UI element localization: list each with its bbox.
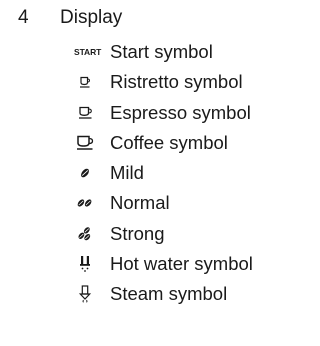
legend-item-strong: Strong — [0, 220, 276, 250]
coffee-cup-icon — [76, 133, 94, 153]
legend-item-start: START Start symbol — [0, 38, 276, 68]
legend-item-hot-water: Hot water symbol — [0, 250, 276, 280]
legend-label: Ristretto symbol — [110, 71, 243, 93]
legend-item-normal: Normal — [0, 189, 276, 219]
coffee-bean-one-icon — [76, 163, 94, 183]
coffee-bean-two-icon — [76, 193, 94, 213]
legend-label: Start symbol — [110, 41, 213, 62]
start-text-icon: START — [74, 47, 102, 57]
legend-label: Mild — [110, 162, 144, 184]
legend-label: Coffee symbol — [110, 131, 228, 153]
hot-water-icon — [76, 254, 94, 274]
legend-item-coffee: Coffee symbol — [0, 129, 276, 159]
espresso-cup-icon — [76, 103, 94, 123]
legend-label: Espresso symbol — [110, 101, 251, 123]
legend-label: Hot water symbol — [110, 253, 253, 275]
legend-item-steam: Steam symbol — [0, 280, 276, 310]
steam-icon — [76, 284, 94, 304]
legend-item-ristretto: Ristretto symbol — [0, 68, 276, 98]
section-number: 4 — [18, 7, 29, 28]
ristretto-cup-icon — [76, 72, 94, 92]
legend-item-espresso: Espresso symbol — [0, 99, 276, 129]
legend-item-mild: Mild — [0, 159, 276, 189]
section-title: Display — [60, 7, 123, 28]
legend-label: Normal — [110, 192, 170, 214]
legend-label: Steam symbol — [110, 283, 228, 305]
coffee-bean-three-icon — [76, 224, 94, 244]
symbol-legend: START Start symbol Ristretto symbol Espr… — [0, 38, 276, 311]
legend-label: Strong — [110, 222, 165, 244]
